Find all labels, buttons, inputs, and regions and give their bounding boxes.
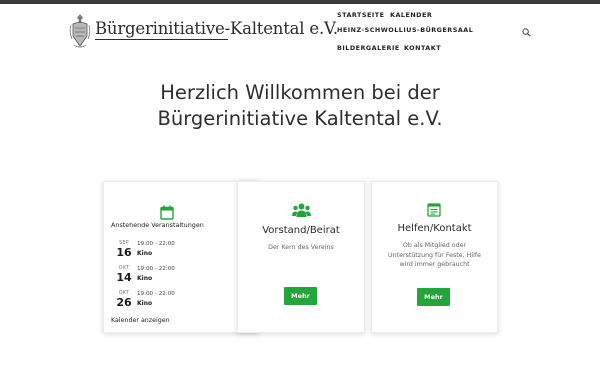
board-title: Vorstand/Beirat [262, 225, 340, 236]
help-more-button[interactable]: Mehr [417, 288, 450, 306]
event-title[interactable]: Kino [137, 250, 152, 257]
board-card: Vorstand/Beirat Der Kern des Vereins Meh… [237, 181, 365, 333]
event-time: 19:00 - 22:00 [137, 291, 175, 297]
events-card: Anstehende Veranstaltungen SEP 16 19:00 … [103, 181, 258, 333]
nav-startseite[interactable]: STARTSEITE [337, 11, 384, 19]
board-description: Der Kern des Vereins [268, 244, 334, 251]
help-description: Ob als Mitglied oder Unterstützung für F… [372, 241, 497, 270]
event-day: 16 [116, 246, 132, 259]
welcome-line-2: Bürgerinitiative Kaltental e.V. [157, 107, 443, 130]
event-day: 14 [116, 271, 132, 284]
event-title[interactable]: Kino [137, 300, 152, 307]
welcome-heading: Herzlich Willkommen bei der Bürgerinitia… [0, 80, 600, 132]
nav-kalender[interactable]: KALENDER [390, 11, 432, 19]
board-more-button[interactable]: Mehr [284, 287, 317, 305]
users-icon [292, 203, 311, 217]
help-description-line-3: wird immer gebraucht [399, 261, 470, 268]
help-title: Helfen/Kontakt [397, 223, 472, 234]
help-description-line-1: Ob als Mitglied oder [402, 242, 467, 249]
site-title-underline [95, 39, 228, 40]
event-title[interactable]: Kino [137, 275, 152, 282]
contact-form-icon [427, 203, 441, 217]
welcome-line-1: Herzlich Willkommen bei der [160, 81, 440, 104]
calendar-link[interactable]: Kalender anzeigen [111, 317, 170, 324]
nav-kontakt[interactable]: KONTAKT [404, 44, 441, 52]
site-title[interactable]: Bürgerinitiative-Kaltental e.V. [95, 19, 338, 38]
site-header: Bürgerinitiative-Kaltental e.V. STARTSEI… [0, 4, 600, 61]
help-description-line-2: Unterstützung für Feste, Hilfe [388, 251, 481, 259]
coat-of-arms-icon[interactable] [69, 12, 91, 50]
event-time: 19:00 - 22:00 [137, 266, 175, 272]
nav-bildergalerie[interactable]: BILDERGALERIE [337, 44, 400, 52]
events-heading: Anstehende Veranstaltungen [111, 221, 204, 229]
search-icon[interactable] [522, 28, 531, 37]
event-day: 26 [116, 296, 132, 309]
calendar-icon [160, 205, 174, 220]
help-card: Helfen/Kontakt Ob als Mitglied oder Unte… [371, 181, 498, 333]
nav-buergersaal[interactable]: HEINZ-SCHWOLLIUS-BÜRGERSAAL [337, 26, 473, 34]
event-time: 19:00 - 22:00 [137, 241, 175, 247]
